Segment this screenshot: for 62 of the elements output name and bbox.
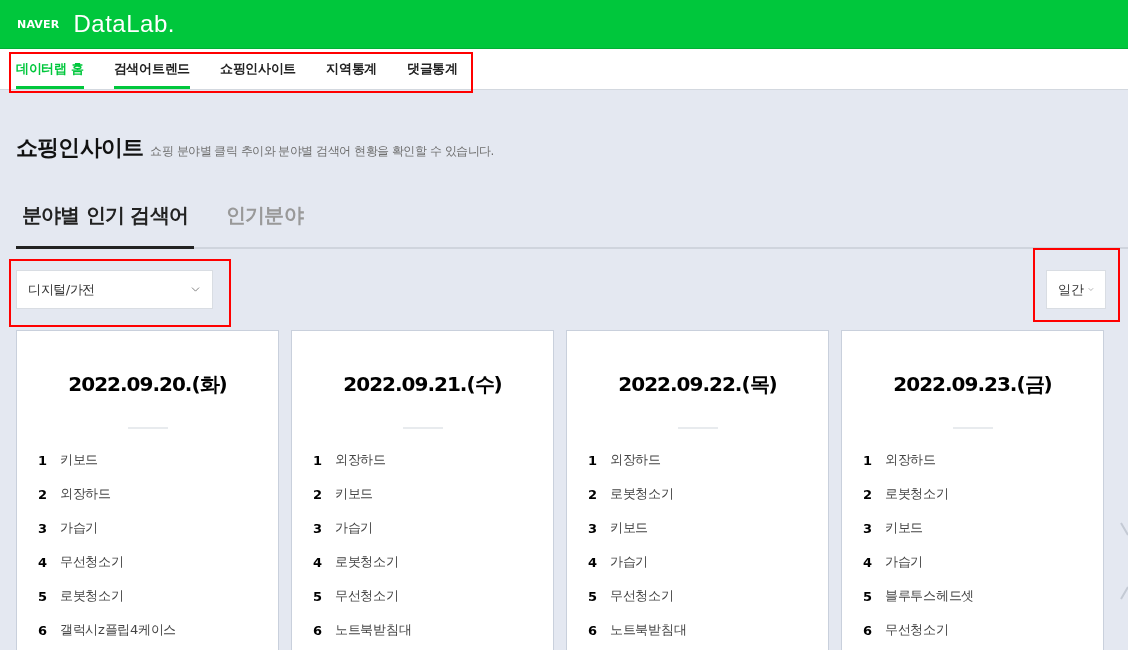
rank-number: 6 [313,622,324,638]
keyword-link[interactable]: 외장하드 [610,451,661,469]
card-date: 2022.09.23.(금) [893,371,1052,397]
keyword-link[interactable]: 외장하드 [60,485,111,503]
period-select[interactable]: 일간 [1046,270,1106,309]
rank-number: 3 [313,520,324,536]
page-title: 쇼핑인사이트 [16,134,144,162]
rank-number: 1 [313,452,324,468]
keyword-link[interactable]: 로봇청소기 [60,587,124,605]
rank-number: 4 [38,554,49,570]
rank-number: 6 [588,622,599,638]
card-date: 2022.09.22.(목) [618,371,777,397]
keyword-link[interactable]: 노트북받침대 [610,621,687,639]
keyword-link[interactable]: 로봇청소기 [335,553,399,571]
keyword-link[interactable]: 무선청소기 [60,553,124,571]
rank-number: 5 [38,588,49,604]
rank-number: 1 [38,452,49,468]
keyword-link[interactable]: 키보드 [335,485,374,503]
rank-number: 4 [313,554,324,570]
nav-tab[interactable]: 지역통계 [326,49,377,89]
rank-number: 3 [863,520,874,536]
rank-number: 5 [313,588,324,604]
keyword-link[interactable]: 가습기 [335,519,374,537]
keyword-link[interactable]: 무선청소기 [885,621,949,639]
rank-number: 6 [863,622,874,638]
keyword-link[interactable]: 갤럭시z플립4케이스 [60,621,177,639]
card-date: 2022.09.20.(화) [68,371,227,397]
page-description: 쇼핑 분야별 클릭 추이와 분야별 검색어 현황을 확인할 수 있습니다. [150,143,494,160]
chevron-right-icon[interactable] [1120,522,1128,600]
keyword-link[interactable]: 로봇청소기 [610,485,674,503]
keyword-link[interactable]: 무선청소기 [610,587,674,605]
keyword-link[interactable]: 가습기 [60,519,99,537]
keyword-link[interactable]: 키보드 [885,519,924,537]
category-select[interactable]: 디지털/가전 [16,270,213,309]
keyword-link[interactable]: 로봇청소기 [885,485,949,503]
rank-number: 4 [588,554,599,570]
rank-number: 2 [313,486,324,502]
nav-tab[interactable]: 쇼핑인사이트 [219,49,297,89]
keyword-link[interactable]: 블루투스헤드셋 [885,587,974,605]
keyword-link[interactable]: 키보드 [60,451,99,469]
keyword-link[interactable]: 가습기 [610,553,649,571]
rank-number: 2 [588,486,599,502]
rank-number: 1 [863,452,874,468]
rank-number: 2 [863,486,874,502]
rank-number: 5 [588,588,599,604]
rank-number: 6 [38,622,49,638]
keyword-link[interactable]: 무선청소기 [335,587,399,605]
rank-number: 3 [588,520,599,536]
keyword-link[interactable]: 가습기 [885,553,924,571]
section-tab[interactable]: 분야별 인기 검색어 [16,185,194,249]
keyword-link[interactable]: 키보드 [610,519,649,537]
keyword-link[interactable]: 노트북받침대 [335,621,412,639]
rank-number: 3 [38,520,49,536]
nav-tab[interactable]: 검색어트렌드 [113,49,190,89]
nav-tab[interactable]: 댓글통계 [406,49,458,89]
rank-number: 2 [38,486,49,502]
keyword-link[interactable]: 외장하드 [885,451,936,469]
rank-number: 4 [863,554,874,570]
rank-number: 1 [588,452,599,468]
card-date: 2022.09.21.(수) [343,371,502,397]
rank-number: 5 [863,588,874,604]
keyword-link[interactable]: 외장하드 [335,451,386,469]
